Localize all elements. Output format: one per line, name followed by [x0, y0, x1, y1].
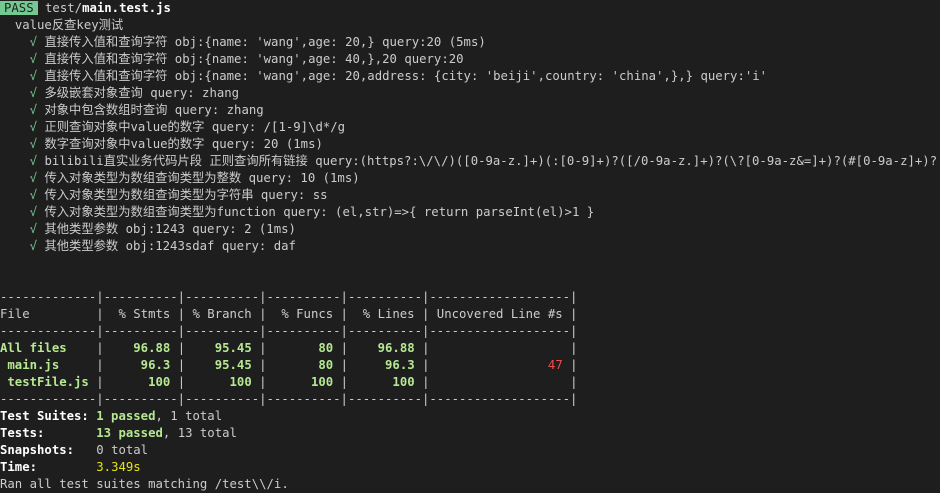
check-icon: √ [29, 52, 38, 66]
check-icon: √ [29, 239, 38, 253]
suite-name-text: value反查key测试 [14, 18, 124, 32]
test-case-row: √ 正则查询对象中value的数字 query: /[1-9]\d*/g [0, 119, 940, 136]
test-file-header: PASS test/main.test.js [0, 0, 940, 17]
coverage-separator: -------------|----------|----------|----… [0, 324, 578, 338]
test-path-file: main.test.js [82, 1, 171, 15]
check-icon: √ [29, 171, 38, 185]
test-case-row: √ 传入对象类型为数组查询类型为整数 query: 10 (1ms) [0, 170, 940, 187]
coverage-row: main.js | 96.3 | 95.45 | 80 | 96.3 | 47 … [0, 358, 578, 372]
coverage-separator: -------------|----------|----------|----… [0, 290, 578, 304]
test-case-label: 对象中包含数组时查询 query: zhang [44, 103, 264, 117]
test-case-label: 数字查询对象中value的数字 query: 20 (1ms) [44, 137, 323, 151]
test-case-row: √ 其他类型参数 obj:1243 query: 2 (1ms) [0, 221, 940, 238]
coverage-branch: 95.45 [185, 341, 260, 355]
coverage-lines: 96.3 [348, 358, 423, 372]
check-icon: √ [29, 120, 38, 134]
coverage-separator: -------------|----------|----------|----… [0, 392, 578, 406]
coverage-funcs: 100 [266, 375, 341, 389]
check-icon: √ [29, 35, 38, 49]
test-case-row: √ 对象中包含数组时查询 query: zhang [0, 102, 940, 119]
test-case-label: 传入对象类型为数组查询类型为整数 query: 10 (1ms) [44, 171, 360, 185]
test-case-row: √ 数字查询对象中value的数字 query: 20 (1ms) [0, 136, 940, 153]
test-case-label: 其他类型参数 obj:1243 query: 2 (1ms) [44, 222, 296, 236]
check-icon: √ [29, 103, 38, 117]
test-case-label: 直接传入值和查询字符 obj:{name: 'wang',age: 20,} q… [44, 35, 486, 49]
coverage-lines: 100 [348, 375, 423, 389]
test-case-row: √ 直接传入值和查询字符 obj:{name: 'wang',age: 40,}… [0, 51, 940, 68]
terminal-output: PASS test/main.test.js value反查key测试 √ 直接… [0, 0, 940, 493]
coverage-stmts: 96.88 [103, 341, 178, 355]
test-case-label: 传入对象类型为数组查询类型为function query: (el,str)=>… [44, 205, 595, 219]
test-case-label: 传入对象类型为数组查询类型为字符串 query: ss [44, 188, 328, 202]
test-case-row: √ 传入对象类型为数组查询类型为字符串 query: ss [0, 187, 940, 204]
test-path-dir: test/ [45, 1, 83, 15]
test-list: √ 直接传入值和查询字符 obj:{name: 'wang',age: 20,}… [0, 34, 940, 255]
check-icon: √ [29, 86, 38, 100]
test-case-row: √ bilibili直实业务代码片段 正则查询所有链接 query:(https… [0, 153, 940, 170]
coverage-lines: 96.88 [348, 341, 423, 355]
coverage-row: testFile.js | 100 | 100 | 100 | 100 | | [0, 375, 578, 389]
check-icon: √ [29, 154, 38, 168]
test-case-row: √ 其他类型参数 obj:1243sdaf query: daf [0, 238, 940, 255]
check-icon: √ [29, 69, 38, 83]
test-case-label: 直接传入值和查询字符 obj:{name: 'wang',age: 20,add… [44, 69, 768, 83]
check-icon: √ [29, 137, 38, 151]
summary-time: Time: 3.349s [0, 460, 141, 474]
coverage-file-name: testFile.js [0, 375, 97, 389]
coverage-row: All files | 96.88 | 95.45 | 80 | 96.88 |… [0, 341, 578, 355]
coverage-header: File | % Stmts | % Branch | % Funcs | % … [0, 307, 578, 321]
summary-snapshots: Snapshots: 0 total [0, 443, 149, 457]
check-icon: √ [29, 222, 38, 236]
test-case-row: √ 直接传入值和查询字符 obj:{name: 'wang',age: 20,}… [0, 34, 940, 51]
test-case-row: √ 传入对象类型为数组查询类型为function query: (el,str)… [0, 204, 940, 221]
test-case-label: 直接传入值和查询字符 obj:{name: 'wang',age: 40,},2… [44, 52, 464, 66]
coverage-funcs: 80 [266, 341, 341, 355]
test-case-label: 正则查询对象中value的数字 query: /[1-9]\d*/g [44, 120, 346, 134]
coverage-file-name: main.js [0, 358, 97, 372]
coverage-branch: 100 [185, 375, 260, 389]
coverage-rows: All files | 96.88 | 95.45 | 80 | 96.88 |… [0, 340, 940, 391]
coverage-branch: 95.45 [185, 358, 260, 372]
coverage-file-name: All files [0, 341, 97, 355]
coverage-funcs: 80 [266, 358, 341, 372]
coverage-stmts: 100 [103, 375, 178, 389]
check-icon: √ [29, 205, 38, 219]
summary-suites: Test Suites: 1 passed, 1 total [0, 409, 223, 423]
test-case-label: 其他类型参数 obj:1243sdaf query: daf [44, 239, 296, 253]
check-icon: √ [29, 188, 38, 202]
coverage-stmts: 96.3 [103, 358, 178, 372]
test-case-label: 多级嵌套对象查询 query: zhang [44, 86, 240, 100]
coverage-uncovered [429, 341, 570, 355]
test-case-label: bilibili直实业务代码片段 正则查询所有链接 query:(https?:… [44, 154, 938, 168]
test-case-row: √ 多级嵌套对象查询 query: zhang [0, 85, 940, 102]
summary-tests: Tests: 13 passed, 13 total [0, 426, 237, 440]
summary-ran-line: Ran all test suites matching /test\\/i. [0, 477, 289, 491]
test-case-row: √ 直接传入值和查询字符 obj:{name: 'wang',age: 20,a… [0, 68, 940, 85]
coverage-uncovered: 47 [429, 358, 571, 372]
pass-badge: PASS [0, 1, 38, 15]
suite-name: value反查key测试 [0, 17, 940, 34]
coverage-uncovered [429, 375, 570, 389]
